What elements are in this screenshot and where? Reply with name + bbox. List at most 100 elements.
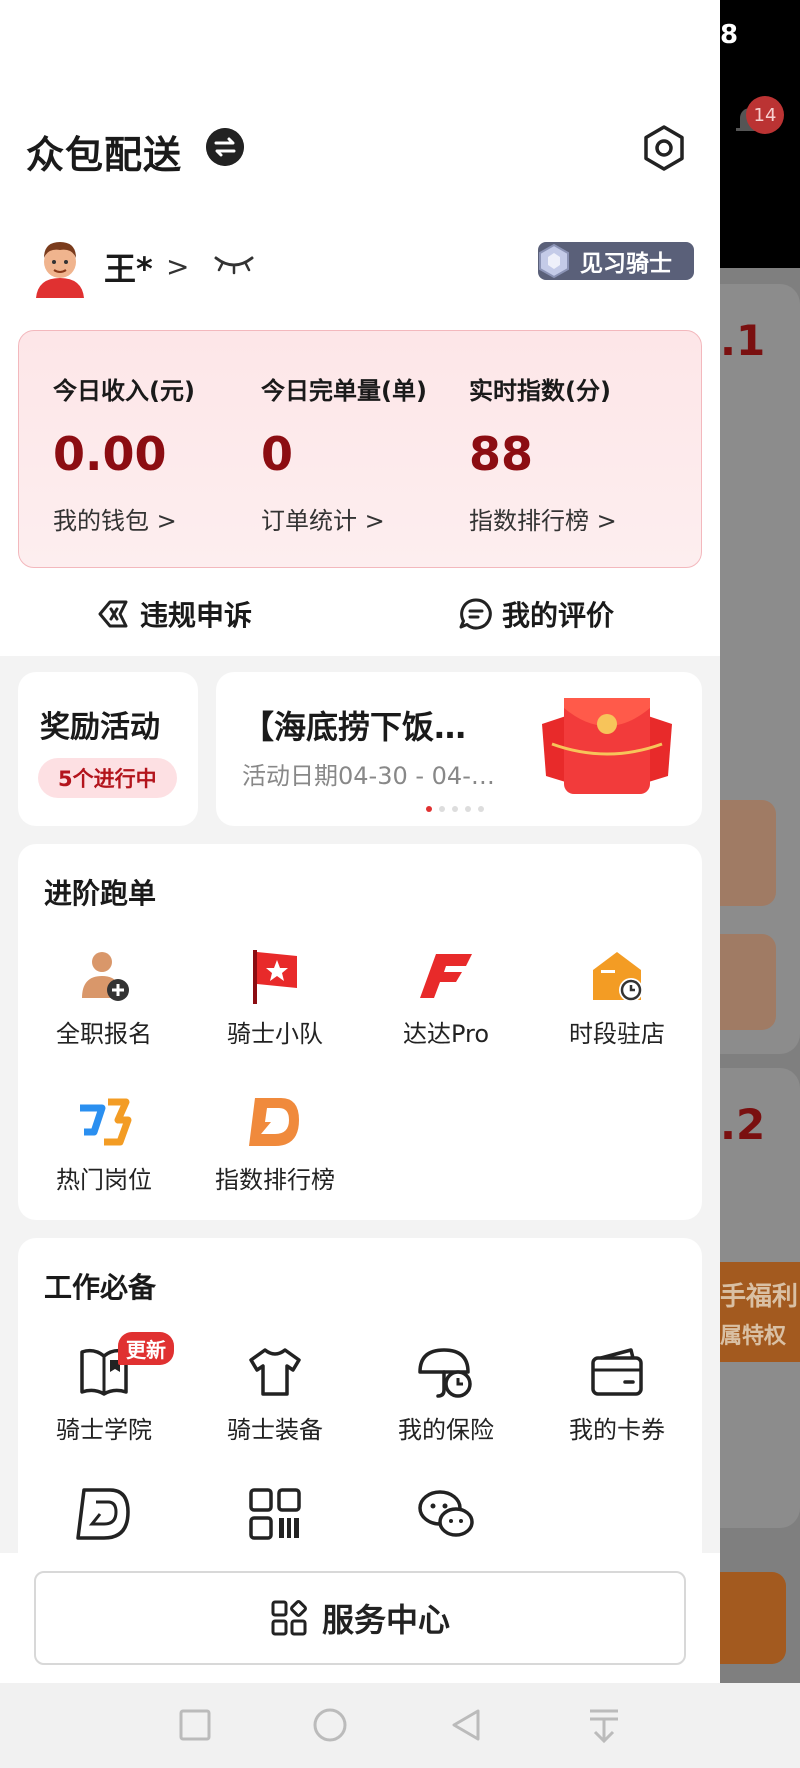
red-envelope-icon [542,698,672,794]
rank-badge[interactable]: 见习骑士 [538,242,694,280]
stat-value: 0 [261,427,294,481]
carousel-dot[interactable] [452,806,458,812]
grid-item-gear[interactable]: 骑士装备 [189,1342,361,1445]
grid-label: 我的保险 [398,1416,494,1444]
appeal-label: 违规申诉 [140,599,253,632]
grid-item-index-rank[interactable]: 指数排行榜 [189,1092,361,1195]
dada-logo-icon[interactable] [74,1484,134,1544]
grid-item-fulltime[interactable]: 全职报名 [18,946,190,1049]
grid-item-team[interactable]: 骑士小队 [189,946,361,1049]
notification-shade-icon[interactable] [582,1703,626,1747]
stats-panel: 今日收入(元) 0.00 我的钱包 > 今日完单量(单) 0 订单统计 > 实时… [18,330,702,568]
grid-label: 指数排行榜 [215,1166,335,1194]
rewards-title: 奖励活动 [40,710,160,745]
grid-item-dada-pro[interactable]: 达达Pro [360,946,532,1049]
background-header: 8 14 [720,0,800,268]
settings-icon[interactable] [640,124,688,172]
system-nav-bar [0,1683,800,1768]
tshirt-icon [249,1348,301,1396]
banner-date: 活动日期04-30 - 04-… [242,762,495,790]
background-block [720,934,776,1030]
reviews-button[interactable]: 我的评价 [458,594,614,634]
stat-index: 实时指数(分) 88 指数排行榜 > [469,331,679,569]
fulltime-signup-icon [82,952,129,1001]
page-title: 众包配送 [26,133,183,177]
chat-bubble-icon [459,598,492,630]
grid-item-coupons[interactable]: 我的卡券 [531,1342,703,1445]
rewards-status-badge: 5个进行中 [38,758,177,798]
index-rank-link[interactable]: 指数排行榜 > [469,501,617,536]
eye-closed-icon[interactable] [212,252,256,276]
grid-item-insurance[interactable]: 我的保险 [360,1342,532,1445]
stat-label: 今日收入(元) [53,377,195,405]
grid-label: 时段驻店 [569,1020,665,1048]
back-icon[interactable] [444,1703,488,1747]
side-drawer: 众包配送 王* > 见习骑士 今日收入(元) 0.00 我的钱包 > 今日完单量… [0,0,720,1683]
background-banner-text: 属特权 [720,1324,787,1349]
grid-label: 骑士小队 [227,1020,323,1048]
background-app: 8 14 .1 .2 手福利 属特权 [720,0,800,1768]
grid-apps-icon [271,1600,307,1636]
background-value: .2 [720,1100,766,1149]
grid-item-hot-jobs[interactable]: 热门岗位 [18,1092,190,1195]
user-name[interactable]: 王* [104,244,153,290]
grid-label: 骑士装备 [227,1416,323,1444]
rank-label: 见习骑士 [580,251,672,277]
background-button [720,1572,786,1664]
grid-label: 达达Pro [402,1020,490,1048]
appeal-icon [98,600,128,628]
carousel-dot[interactable] [465,806,471,812]
recent-apps-icon[interactable] [173,1703,217,1747]
background-banner-text: 手福利 [720,1282,799,1312]
grid-label: 骑士学院 [56,1416,152,1444]
carousel-dot[interactable] [478,806,484,812]
promo-banner[interactable]: 【海底捞下饭… 活动日期04-30 - 04-… [216,672,702,826]
stat-label: 今日完单量(单) [261,377,427,405]
carousel-dot[interactable] [426,806,432,812]
background-block [720,800,776,906]
home-icon[interactable] [308,1703,352,1747]
background-value: .1 [720,316,766,365]
team-flag-icon [253,950,297,1004]
hot-jobs-icon [80,1098,132,1146]
wallet-link[interactable]: 我的钱包 > [53,501,177,536]
appeal-button[interactable]: 违规申诉 [96,594,252,634]
stat-value: 88 [469,427,534,481]
rewards-card[interactable]: 奖励活动 5个进行中 [18,672,198,826]
wallet-card-icon [591,1348,643,1396]
carousel-dots[interactable] [426,806,484,812]
stat-label: 实时指数(分) [469,377,611,405]
carousel-dot[interactable] [439,806,445,812]
service-center-button[interactable]: 服务中心 [34,1571,686,1665]
qr-code-icon[interactable] [245,1484,305,1544]
stat-value: 0.00 [53,427,167,481]
insurance-umbrella-icon [418,1348,472,1398]
switch-mode-icon[interactable] [206,128,244,166]
chevron-right-icon[interactable]: > [166,250,189,283]
essentials-section: 工作必备 更新 骑士学院 骑士装备 我的保险 我的卡券 [18,1238,702,1578]
advanced-section: 进阶跑单 全职报名 骑士小队 达达Pro 时段驻店 热门岗位 指数排行榜 [18,844,702,1220]
section-title: 进阶跑单 [44,877,157,910]
banner-title: 【海底捞下饭… [242,708,467,746]
reviews-label: 我的评价 [502,599,615,632]
dada-pro-icon [420,954,472,998]
update-badge: 更新 [118,1332,174,1365]
service-center-label: 服务中心 [321,1601,450,1639]
grid-label: 全职报名 [56,1020,152,1048]
rank-gem-icon [539,243,569,279]
grid-item-store-shift[interactable]: 时段驻店 [531,946,703,1049]
battery-indicator: 8 [720,20,739,50]
stat-orders: 今日完单量(单) 0 订单统计 > [261,331,471,569]
section-title: 工作必备 [44,1271,157,1304]
wechat-icon[interactable] [416,1484,476,1544]
order-stats-link[interactable]: 订单统计 > [261,501,385,536]
grid-label: 热门岗位 [56,1166,152,1194]
service-center-bar: 服务中心 [0,1553,720,1683]
index-rank-icon [249,1098,299,1146]
avatar[interactable] [32,234,88,298]
grid-label: 我的卡券 [569,1416,665,1444]
notification-badge: 14 [746,96,784,134]
stat-income: 今日收入(元) 0.00 我的钱包 > [53,331,263,569]
store-shift-icon [593,952,643,1002]
grid-item-academy[interactable]: 更新 骑士学院 [18,1332,190,1445]
